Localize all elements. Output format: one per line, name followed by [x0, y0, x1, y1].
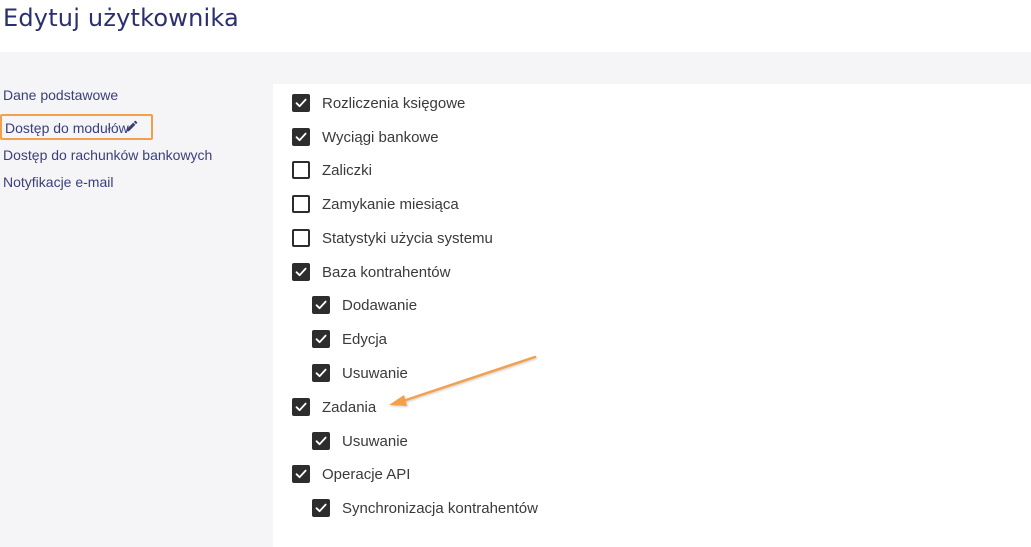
- module-option[interactable]: Baza kontrahentów: [292, 262, 450, 282]
- module-checkbox[interactable]: [292, 128, 310, 146]
- module-checkbox[interactable]: [312, 364, 330, 382]
- sidebar-item-label: Dostęp do rachunków bankowych: [3, 147, 213, 163]
- module-checkbox[interactable]: [292, 161, 310, 179]
- module-label: Zadania: [322, 398, 377, 416]
- module-option[interactable]: Zamykanie miesiąca: [292, 194, 459, 214]
- module-label: Statystyki użycia systemu: [322, 229, 493, 247]
- module-checkbox[interactable]: [312, 432, 330, 450]
- module-option[interactable]: Dodawanie: [312, 295, 417, 315]
- module-option[interactable]: Statystyki użycia systemu: [292, 228, 493, 248]
- sidebar-item-label: Notyfikacje e-mail: [3, 174, 114, 190]
- module-checkbox[interactable]: [292, 195, 310, 213]
- module-option[interactable]: Synchronizacja kontrahentów: [312, 498, 538, 518]
- module-label: Synchronizacja kontrahentów: [342, 499, 538, 517]
- module-option[interactable]: Usuwanie: [312, 363, 408, 383]
- pencil-icon: [126, 120, 138, 132]
- module-checkbox[interactable]: [292, 465, 310, 483]
- module-option[interactable]: Edycja: [312, 329, 387, 349]
- module-option[interactable]: Usuwanie: [312, 431, 408, 451]
- page-title: Edytuj użytkownika: [3, 4, 239, 32]
- module-checkbox[interactable]: [292, 94, 310, 112]
- module-label: Edycja: [342, 330, 388, 348]
- module-checkbox[interactable]: [312, 330, 330, 348]
- module-checkbox[interactable]: [292, 263, 310, 281]
- module-label: Operacje API: [322, 465, 411, 483]
- module-label: Usuwanie: [342, 364, 408, 382]
- module-label: Zaliczki: [322, 161, 373, 179]
- module-label: Wyciągi bankowe: [322, 128, 439, 146]
- module-checkbox[interactable]: [292, 229, 310, 247]
- module-label: Rozliczenia księgowe: [322, 94, 466, 112]
- module-label: Dodawanie: [342, 296, 418, 314]
- module-label: Usuwanie: [342, 432, 408, 450]
- module-checkbox[interactable]: [312, 296, 330, 314]
- sidebar-item-dostep-do-rachunkow[interactable]: Dostęp do rachunków bankowych: [3, 147, 212, 163]
- module-option[interactable]: Zaliczki: [292, 160, 372, 180]
- module-label: Baza kontrahentów: [322, 263, 451, 281]
- sidebar-item-dane-podstawowe[interactable]: Dane podstawowe: [3, 87, 118, 103]
- module-option[interactable]: Wyciągi bankowe: [292, 127, 439, 147]
- sidebar-item-label: Dane podstawowe: [3, 87, 119, 103]
- module-label: Zamykanie miesiąca: [322, 195, 459, 213]
- sidebar-item-dostep-do-modulow[interactable]: Dostęp do modułów: [0, 114, 153, 140]
- module-option[interactable]: Zadania: [292, 397, 376, 417]
- sidebar-item-label: Dostęp do modułów: [5, 120, 129, 136]
- sidebar-item-notyfikacje[interactable]: Notyfikacje e-mail: [3, 174, 113, 190]
- module-option[interactable]: Rozliczenia księgowe: [292, 93, 465, 113]
- module-option[interactable]: Operacje API: [292, 464, 410, 484]
- module-checkbox[interactable]: [312, 499, 330, 517]
- module-checkbox[interactable]: [292, 398, 310, 416]
- modules-panel: Rozliczenia księgowe Wyciągi bankowe Zalic…: [273, 84, 1031, 547]
